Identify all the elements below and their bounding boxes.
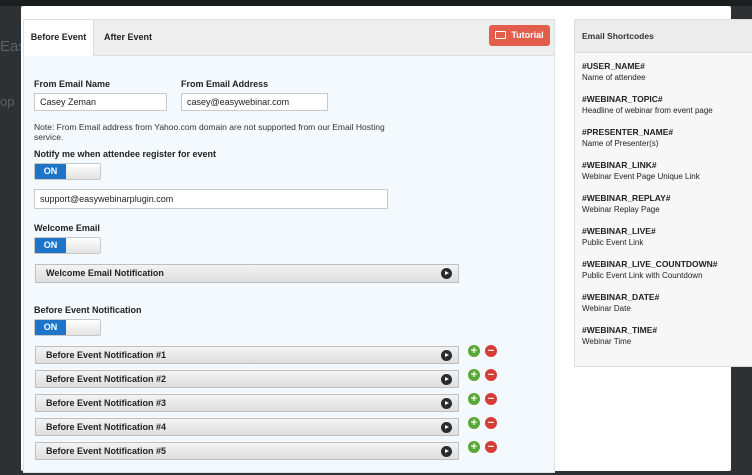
play-circle-icon[interactable] — [441, 398, 452, 409]
notify-label: Notify me when attendee register for eve… — [34, 149, 217, 159]
tab-before-event[interactable]: Before Event — [24, 20, 94, 56]
shortcode-desc: Name of Presenter(s) — [582, 139, 659, 148]
background-button-fragment: op — [0, 94, 15, 109]
shortcode-item: #WEBINAR_LINK# Webinar Event Page Unique… — [582, 160, 750, 182]
tab-after-event[interactable]: After Event — [96, 20, 160, 55]
welcome-email-notification-label: Welcome Email Notification — [46, 268, 164, 278]
notification-label: Before Event Notification #4 — [46, 422, 167, 432]
shortcode-desc: Webinar Date — [582, 304, 631, 313]
shortcode-code: #WEBINAR_LIVE# — [582, 226, 656, 236]
shortcode-code: #WEBINAR_TOPIC# — [582, 94, 663, 104]
email-shortcodes-panel: Email Shortcodes #USER_NAME# Name of att… — [574, 19, 752, 367]
shortcode-code: #PRESENTER_NAME# — [582, 127, 674, 137]
notify-toggle[interactable]: ON — [34, 163, 101, 180]
notification-label: Before Event Notification #5 — [46, 446, 167, 456]
shortcode-item: #WEBINAR_TOPIC# Headline of webinar from… — [582, 94, 750, 116]
shortcode-code: #WEBINAR_LIVE_COUNTDOWN# — [582, 259, 718, 269]
play-circle-icon[interactable] — [441, 350, 452, 361]
tutorial-button[interactable]: Tutorial — [489, 25, 550, 46]
before-event-toggle-on: ON — [35, 320, 66, 335]
before-event-toggle[interactable]: ON — [34, 319, 101, 336]
shortcode-code: #WEBINAR_DATE# — [582, 292, 660, 302]
notify-email-input[interactable] — [34, 189, 388, 209]
minus-circle-icon[interactable]: − — [485, 441, 497, 453]
shortcode-desc: Public Event Link — [582, 238, 644, 247]
shortcode-item: #WEBINAR_REPLAY# Webinar Replay Page — [582, 193, 750, 215]
before-event-notification-2[interactable]: Before Event Notification #2 — [35, 370, 459, 388]
welcome-email-toggle[interactable]: ON — [34, 237, 101, 254]
video-camera-icon — [495, 31, 507, 39]
shortcode-desc: Webinar Time — [582, 337, 632, 346]
before-event-notification-5[interactable]: Before Event Notification #5 — [35, 442, 459, 460]
before-event-notification-3[interactable]: Before Event Notification #3 — [35, 394, 459, 412]
notification-label: Before Event Notification #1 — [46, 350, 167, 360]
toggle-knob — [66, 320, 100, 335]
from-address-label: From Email Address — [181, 79, 269, 89]
play-circle-icon[interactable] — [441, 422, 452, 433]
shortcode-item: #WEBINAR_LIVE# Public Event Link — [582, 226, 750, 248]
email-shortcodes-title: Email Shortcodes — [575, 20, 752, 53]
plus-circle-icon[interactable]: + — [468, 417, 480, 429]
shortcode-item: #PRESENTER_NAME# Name of Presenter(s) — [582, 127, 750, 149]
minus-circle-icon[interactable]: − — [485, 417, 497, 429]
tutorial-label: Tutorial — [511, 30, 544, 40]
welcome-email-notification-bar[interactable]: Welcome Email Notification — [35, 264, 459, 283]
before-event-notification-4[interactable]: Before Event Notification #4 — [35, 418, 459, 436]
shortcode-code: #USER_NAME# — [582, 61, 645, 71]
plus-circle-icon[interactable]: + — [468, 345, 480, 357]
welcome-toggle-on: ON — [35, 238, 66, 253]
shortcode-item: #WEBINAR_DATE# Webinar Date — [582, 292, 750, 314]
shortcode-desc: Webinar Replay Page — [582, 205, 660, 214]
play-circle-icon[interactable] — [441, 446, 452, 457]
shortcode-code: #WEBINAR_LINK# — [582, 160, 657, 170]
shortcode-desc: Webinar Event Page Unique Link — [582, 172, 700, 181]
notification-label: Before Event Notification #2 — [46, 374, 167, 384]
minus-circle-icon[interactable]: − — [485, 369, 497, 381]
play-circle-icon[interactable] — [441, 268, 452, 279]
from-name-input[interactable] — [34, 93, 167, 111]
event-tabs: Before Event After Event Tutorial — [24, 20, 554, 56]
shortcode-desc: Name of attendee — [582, 73, 646, 82]
notify-toggle-on: ON — [35, 164, 66, 179]
minus-circle-icon[interactable]: − — [485, 345, 497, 357]
shortcode-item: #WEBINAR_TIME# Webinar Time — [582, 325, 750, 347]
plus-circle-icon[interactable]: + — [468, 441, 480, 453]
email-settings-panel: Before Event After Event Tutorial From E… — [23, 19, 555, 473]
yahoo-domain-note: Note: From Email address from Yahoo.com … — [34, 122, 385, 142]
toggle-knob — [66, 164, 100, 179]
plus-circle-icon[interactable]: + — [468, 369, 480, 381]
before-event-notification-label: Before Event Notification — [34, 305, 142, 315]
welcome-email-label: Welcome Email — [34, 223, 100, 233]
notification-label: Before Event Notification #3 — [46, 398, 167, 408]
from-address-input[interactable] — [181, 93, 328, 111]
shortcode-code: #WEBINAR_TIME# — [582, 325, 658, 335]
from-name-label: From Email Name — [34, 79, 111, 89]
plus-circle-icon[interactable]: + — [468, 393, 480, 405]
play-circle-icon[interactable] — [441, 374, 452, 385]
minus-circle-icon[interactable]: − — [485, 393, 497, 405]
shortcode-item: #USER_NAME# Name of attendee — [582, 61, 750, 83]
shortcode-desc: Public Event Link with Countdown — [582, 271, 703, 280]
email-settings-modal: Before Event After Event Tutorial From E… — [21, 6, 752, 473]
toggle-knob — [66, 238, 100, 253]
before-event-notification-1[interactable]: Before Event Notification #1 — [35, 346, 459, 364]
shortcode-code: #WEBINAR_REPLAY# — [582, 193, 671, 203]
shortcode-desc: Headline of webinar from event page — [582, 106, 713, 115]
shortcode-item: #WEBINAR_LIVE_COUNTDOWN# Public Event Li… — [582, 259, 750, 281]
